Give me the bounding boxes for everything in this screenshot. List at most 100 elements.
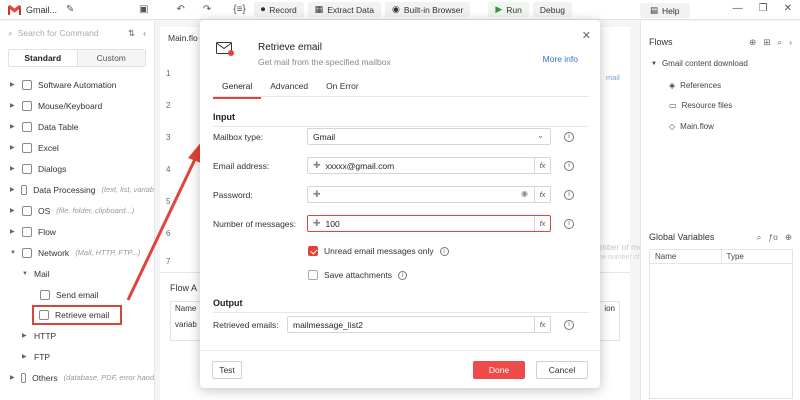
search-icon[interactable]: ⌕ xyxy=(777,37,782,48)
tree-item-http[interactable]: ▶ HTTP xyxy=(0,325,154,346)
line-number: 2 xyxy=(166,101,171,110)
fx-button[interactable]: fx xyxy=(534,158,550,173)
add-variable-icon[interactable]: ⊕ xyxy=(785,232,792,243)
maximize-icon[interactable]: ❐ xyxy=(759,3,768,14)
checkbox-checked[interactable] xyxy=(308,246,318,256)
cancel-button[interactable]: Cancel xyxy=(536,361,588,379)
tree-item-others[interactable]: ▶ Others (database, PDF, error hand xyxy=(0,367,154,388)
code-icon[interactable]: {≡} xyxy=(229,4,250,15)
expand-arrow-icon: ▶ xyxy=(10,82,15,88)
info-icon[interactable]: i xyxy=(564,320,574,330)
info-icon[interactable]: i xyxy=(564,132,574,142)
close-window-icon[interactable]: ✕ xyxy=(784,3,792,14)
tree-item-data-processing[interactable]: ▶ Data Processing (text, list, variab xyxy=(0,179,154,200)
checkbox-unchecked[interactable] xyxy=(308,270,318,280)
mailbox-type-label: Mailbox type: xyxy=(213,132,264,142)
tree-item-mouse-keyboard[interactable]: ▶ Mouse/Keyboard xyxy=(0,95,154,116)
tree-item-excel[interactable]: ▶ Excel xyxy=(0,137,154,158)
tree-item-network[interactable]: ▼ Network (Mail, HTTP, FTP...) xyxy=(0,242,154,263)
expand-arrow-icon: ▶ xyxy=(10,145,15,151)
extract-data-button[interactable]: ▦ Extract Data xyxy=(307,2,381,17)
tree-item-label: Software Automation xyxy=(38,79,117,90)
help-button[interactable]: ▤ Help xyxy=(640,3,690,18)
fx-icon[interactable]: ƒo xyxy=(768,232,777,243)
dialog-title: Retrieve email xyxy=(258,42,322,53)
retrieve-email-dialog: ✕ Retrieve email Get mail from the speci… xyxy=(200,20,600,388)
retrieved-emails-field[interactable]: mailmessage_list2 fx xyxy=(287,316,551,333)
debug-button[interactable]: Debug xyxy=(532,2,572,17)
tree-item-software-automation[interactable]: ▶ Software Automation xyxy=(0,74,154,95)
tree-item-os[interactable]: ▶ OS (file, folder, clipboard...) xyxy=(0,200,154,221)
command-search[interactable]: ⌕ Search for Command ⇅ ‹ xyxy=(0,21,154,45)
fx-button[interactable]: fx xyxy=(534,216,550,231)
table-icon: ▦ xyxy=(314,4,324,14)
tree-item-flow[interactable]: ▶ Flow xyxy=(0,221,154,242)
minimize-icon[interactable]: — xyxy=(733,3,743,14)
resource-files-item[interactable]: ▭ Resource files xyxy=(669,101,732,110)
main-flow-item[interactable]: ◇ Main.flow xyxy=(669,122,714,131)
test-button[interactable]: Test xyxy=(212,361,242,379)
info-icon[interactable]: i xyxy=(564,190,574,200)
footer-divider xyxy=(200,350,600,351)
add-folder-icon[interactable]: ⊞ xyxy=(763,37,770,48)
tree-item-label: Send email xyxy=(56,289,99,300)
line-number: 7 xyxy=(166,257,171,266)
info-icon[interactable]: i xyxy=(439,246,449,256)
tree-item-ftp[interactable]: ▶ FTP xyxy=(0,346,154,367)
tree-item-mail[interactable]: ▼ Mail xyxy=(0,263,154,284)
collapse-panel-icon[interactable]: › xyxy=(789,37,792,48)
search-icon[interactable]: ⌕ xyxy=(757,232,762,243)
undo-icon[interactable]: ↶ xyxy=(172,4,188,15)
global-variables-table: Name Type xyxy=(649,249,793,399)
save-icon[interactable]: ▣ xyxy=(135,4,152,15)
email-address-field[interactable]: ✚ xxxxx@gmail.com fx xyxy=(307,157,551,174)
tree-item-send-email[interactable]: Send email xyxy=(0,284,154,305)
software-icon xyxy=(22,79,32,90)
resource-files-label: Resource files xyxy=(681,101,733,110)
tab-main-flow[interactable]: Main.flo xyxy=(168,33,198,43)
more-info-link[interactable]: More info xyxy=(543,54,578,64)
fx-button[interactable]: fx xyxy=(534,317,550,332)
eye-icon[interactable]: ◉ xyxy=(521,189,528,198)
tab-divider xyxy=(213,96,589,97)
tree-item-dialogs[interactable]: ▶ Dialogs xyxy=(0,158,154,179)
output-section-title: Output xyxy=(213,298,243,308)
window-controls: — ❐ ✕ xyxy=(733,3,792,14)
unread-only-checkbox[interactable]: Unread email messages only i xyxy=(308,246,449,256)
tree-item-data-table[interactable]: ▶ Data Table xyxy=(0,116,154,137)
edit-icon[interactable]: ✎ xyxy=(62,4,78,15)
record-button[interactable]: ⏺ Record xyxy=(253,2,304,17)
help-icon: ▤ xyxy=(650,5,659,15)
fx-button[interactable]: fx xyxy=(534,187,550,202)
column-ion: ion xyxy=(604,304,615,313)
sort-icon[interactable]: ⇅ xyxy=(128,28,135,39)
section-divider xyxy=(213,312,589,313)
run-button[interactable]: ▶ Run xyxy=(488,2,529,17)
mailbox-type-select[interactable]: Gmail ⌄ xyxy=(307,128,551,145)
references-item[interactable]: ◈ References xyxy=(669,81,721,90)
info-icon[interactable]: i xyxy=(398,270,408,280)
save-attachments-checkbox[interactable]: Save attachments i xyxy=(308,270,408,280)
tab-standard[interactable]: Standard xyxy=(9,50,78,66)
column-name: Name xyxy=(175,304,197,313)
tree-item-label: Mouse/Keyboard xyxy=(38,100,103,111)
input-section-title: Input xyxy=(213,112,235,122)
tree-item-retrieve-email[interactable]: Retrieve email xyxy=(32,305,122,325)
close-icon[interactable]: ✕ xyxy=(582,29,591,42)
collapse-panel-icon[interactable]: ‹ xyxy=(143,28,146,39)
info-icon[interactable]: i xyxy=(564,161,574,171)
info-icon[interactable]: i xyxy=(564,219,574,229)
redo-icon[interactable]: ↷ xyxy=(199,4,215,15)
expand-arrow-icon: ▶ xyxy=(10,187,15,193)
retrieve-email-icon xyxy=(39,310,49,320)
search-placeholder: Search for Command xyxy=(17,28,99,38)
add-flow-icon[interactable]: ⊕ xyxy=(749,37,756,48)
tab-custom[interactable]: Custom xyxy=(77,50,145,66)
plugin-icon: ✚ xyxy=(313,218,321,228)
done-button[interactable]: Done xyxy=(473,361,525,379)
builtin-browser-button[interactable]: ◉ Built-in Browser xyxy=(384,2,471,17)
password-field[interactable]: ✚ ◉ fx xyxy=(307,186,551,203)
tree-item-label: FTP xyxy=(34,351,51,362)
flow-root[interactable]: ▼ Gmail content download xyxy=(651,59,748,68)
number-of-messages-field[interactable]: ✚ 100 fx xyxy=(307,215,551,232)
